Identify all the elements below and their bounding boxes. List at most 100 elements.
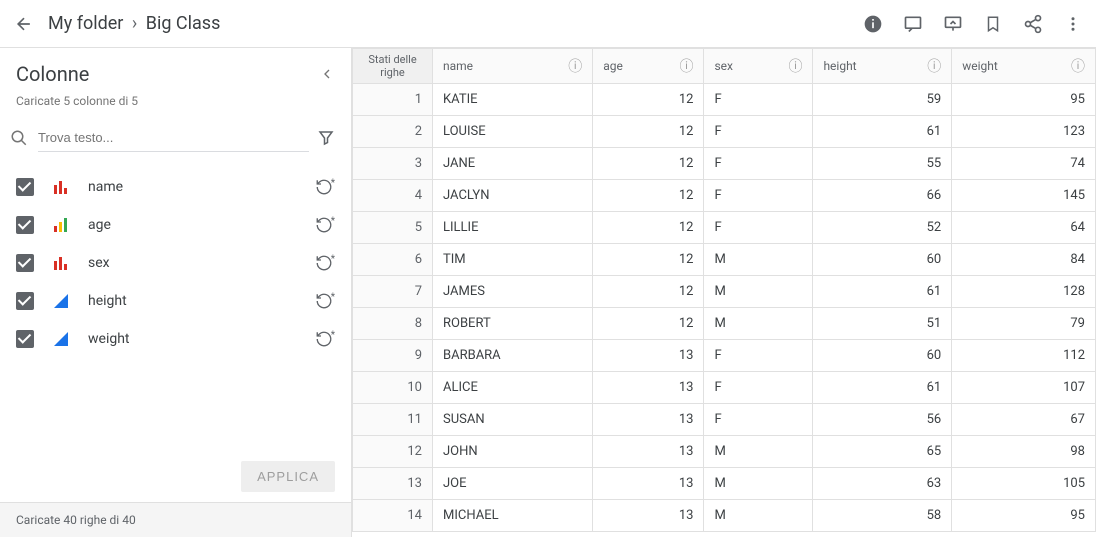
cell-sex[interactable]: M — [704, 276, 813, 308]
column-header[interactable]: heightⓘ — [813, 49, 952, 84]
rowstate-header[interactable]: Stati delle righe — [353, 49, 433, 84]
column-checkbox[interactable] — [16, 254, 34, 272]
column-checkbox[interactable] — [16, 178, 34, 196]
apply-button[interactable]: APPLICA — [241, 461, 335, 492]
cell-name[interactable]: LILLIE — [433, 212, 593, 244]
cell-sex[interactable]: M — [704, 244, 813, 276]
cell-height[interactable]: 60 — [813, 244, 952, 276]
cell-age[interactable]: 12 — [593, 180, 704, 212]
cell-height[interactable]: 56 — [813, 404, 952, 436]
cell-name[interactable]: MICHAEL — [433, 500, 593, 532]
cell-height[interactable]: 51 — [813, 308, 952, 340]
breadcrumb-item[interactable]: Big Class — [146, 13, 221, 34]
cell-height[interactable]: 61 — [813, 372, 952, 404]
cell-age[interactable]: 12 — [593, 116, 704, 148]
column-info-icon[interactable]: ⓘ — [927, 56, 941, 76]
table-row[interactable]: 14MICHAEL13M5895 — [353, 500, 1096, 532]
cell-weight[interactable]: 79 — [952, 308, 1096, 340]
cell-name[interactable]: ALICE — [433, 372, 593, 404]
cell-weight[interactable]: 64 — [952, 212, 1096, 244]
cell-height[interactable]: 59 — [813, 84, 952, 116]
column-label[interactable]: sex — [88, 255, 297, 271]
cell-sex[interactable]: F — [704, 148, 813, 180]
cell-height[interactable]: 55 — [813, 148, 952, 180]
cell-age[interactable]: 13 — [593, 340, 704, 372]
cell-weight[interactable]: 105 — [952, 468, 1096, 500]
cell-height[interactable]: 61 — [813, 116, 952, 148]
cell-weight[interactable]: 67 — [952, 404, 1096, 436]
column-checkbox[interactable] — [16, 292, 34, 310]
column-label[interactable]: name — [88, 179, 297, 195]
column-label[interactable]: weight — [88, 331, 297, 347]
cell-name[interactable]: JACLYN — [433, 180, 593, 212]
filter-icon[interactable] — [317, 129, 335, 147]
column-label[interactable]: age — [88, 217, 297, 233]
table-row[interactable]: 4JACLYN12F66145 — [353, 180, 1096, 212]
cell-age[interactable]: 13 — [593, 404, 704, 436]
table-row[interactable]: 11SUSAN13F5667 — [353, 404, 1096, 436]
cell-age[interactable]: 12 — [593, 308, 704, 340]
cell-sex[interactable]: M — [704, 468, 813, 500]
cell-sex[interactable]: F — [704, 340, 813, 372]
cell-sex[interactable]: F — [704, 116, 813, 148]
cell-name[interactable]: JAMES — [433, 276, 593, 308]
breadcrumb-folder[interactable]: My folder — [48, 13, 123, 34]
cell-name[interactable]: KATIE — [433, 84, 593, 116]
cell-age[interactable]: 12 — [593, 148, 704, 180]
cell-sex[interactable]: F — [704, 404, 813, 436]
cell-name[interactable]: JOHN — [433, 436, 593, 468]
cell-weight[interactable]: 112 — [952, 340, 1096, 372]
cell-name[interactable]: JANE — [433, 148, 593, 180]
cell-weight[interactable]: 84 — [952, 244, 1096, 276]
cell-sex[interactable]: M — [704, 436, 813, 468]
column-refresh-icon[interactable]: * — [315, 330, 335, 348]
table-row[interactable]: 7JAMES12M61128 — [353, 276, 1096, 308]
cell-age[interactable]: 12 — [593, 84, 704, 116]
cell-height[interactable]: 65 — [813, 436, 952, 468]
cell-name[interactable]: JOE — [433, 468, 593, 500]
cell-name[interactable]: ROBERT — [433, 308, 593, 340]
column-refresh-icon[interactable]: * — [315, 178, 335, 196]
column-info-icon[interactable]: ⓘ — [568, 56, 582, 76]
cell-age[interactable]: 12 — [593, 212, 704, 244]
column-refresh-icon[interactable]: * — [315, 216, 335, 234]
column-header[interactable]: weightⓘ — [952, 49, 1096, 84]
collapse-panel-icon[interactable] — [319, 66, 335, 82]
table-row[interactable]: 13JOE13M63105 — [353, 468, 1096, 500]
cell-age[interactable]: 12 — [593, 276, 704, 308]
table-row[interactable]: 12JOHN13M6598 — [353, 436, 1096, 468]
cell-height[interactable]: 52 — [813, 212, 952, 244]
share-icon[interactable] — [1022, 13, 1044, 35]
table-row[interactable]: 5LILLIE12F5264 — [353, 212, 1096, 244]
cell-age[interactable]: 13 — [593, 372, 704, 404]
cell-name[interactable]: LOUISE — [433, 116, 593, 148]
column-label[interactable]: height — [88, 293, 297, 309]
table-row[interactable]: 9BARBARA13F60112 — [353, 340, 1096, 372]
info-icon[interactable] — [862, 13, 884, 35]
cell-height[interactable]: 63 — [813, 468, 952, 500]
cell-weight[interactable]: 74 — [952, 148, 1096, 180]
cell-weight[interactable]: 145 — [952, 180, 1096, 212]
table-row[interactable]: 10ALICE13F61107 — [353, 372, 1096, 404]
column-info-icon[interactable]: ⓘ — [1071, 56, 1085, 76]
table-row[interactable]: 6TIM12M6084 — [353, 244, 1096, 276]
column-checkbox[interactable] — [16, 330, 34, 348]
column-header[interactable]: nameⓘ — [433, 49, 593, 84]
cell-height[interactable]: 61 — [813, 276, 952, 308]
search-input[interactable] — [38, 124, 309, 152]
cell-sex[interactable]: M — [704, 308, 813, 340]
cell-sex[interactable]: F — [704, 180, 813, 212]
cell-sex[interactable]: M — [704, 500, 813, 532]
column-checkbox[interactable] — [16, 216, 34, 234]
more-icon[interactable] — [1062, 13, 1084, 35]
column-info-icon[interactable]: ⓘ — [679, 56, 693, 76]
cell-sex[interactable]: F — [704, 212, 813, 244]
column-header[interactable]: sexⓘ — [704, 49, 813, 84]
back-arrow-icon[interactable] — [12, 12, 36, 36]
column-refresh-icon[interactable]: * — [315, 292, 335, 310]
cell-height[interactable]: 58 — [813, 500, 952, 532]
bookmark-icon[interactable] — [982, 13, 1004, 35]
cell-sex[interactable]: F — [704, 372, 813, 404]
cell-weight[interactable]: 128 — [952, 276, 1096, 308]
cell-age[interactable]: 13 — [593, 468, 704, 500]
